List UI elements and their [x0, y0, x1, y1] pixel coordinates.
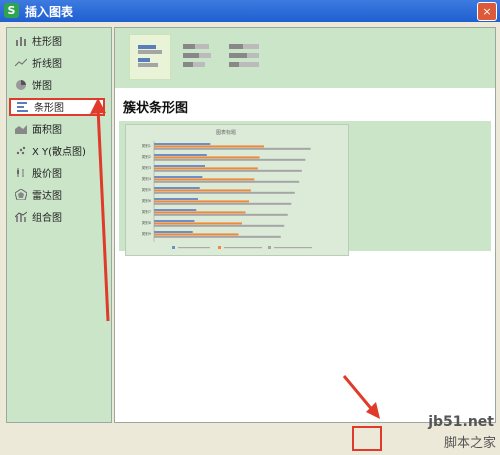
preview-category-label: 类别7 [142, 209, 151, 214]
sidebar-item-label: X Y(散点图) [32, 147, 86, 158]
sidebar-item-pie[interactable]: 饼图 [15, 78, 52, 96]
preview-bar [154, 187, 200, 189]
sidebar-item-line[interactable]: 折线图 [15, 56, 62, 74]
preview-bar [154, 180, 300, 183]
preview-bar [154, 165, 206, 167]
dialog-title: 插入图表 [25, 5, 74, 19]
preview-category-label: 类别1 [142, 143, 151, 148]
preview-category-label: 类别5 [142, 187, 151, 192]
preview-bar [154, 211, 246, 214]
sidebar-item-label: 股价图 [32, 169, 62, 180]
preview-bar [154, 154, 207, 156]
preview-bar [154, 143, 211, 145]
combo-chart-icon [15, 211, 27, 222]
subtype-stacked-bar[interactable] [179, 34, 219, 78]
sidebar-item-label: 柱形图 [32, 37, 62, 48]
preview-bar [154, 158, 306, 161]
line-chart-icon [15, 58, 27, 67]
preview-bar [154, 147, 311, 150]
preview-bar [154, 191, 295, 194]
preview-bar [154, 200, 250, 203]
sidebar-item-label: 组合图 [32, 213, 62, 224]
stacked-bar-icon [183, 44, 211, 67]
preview-bar [154, 202, 292, 205]
preview-bar [154, 213, 288, 216]
stock-chart-icon [17, 168, 24, 177]
preview-bar [154, 167, 258, 170]
preview-bar [154, 235, 281, 238]
chart-preview-svg: 图表标题 类别1 类别2 类别3 类别4 类别5 类别6 类别7 类别8 类别9 [142, 129, 312, 249]
annotation-arrow-button [342, 375, 380, 419]
dialog-button-bar [6, 424, 494, 450]
preview-category-label: 类别3 [142, 165, 151, 170]
highlight-ok-button[interactable] [352, 426, 382, 451]
preview-bar [154, 209, 197, 211]
sidebar-item-scatter[interactable]: X Y(散点图) [15, 144, 86, 162]
pie-chart-icon [16, 80, 26, 90]
preview-bar [154, 169, 302, 172]
bar-chart-icon [17, 102, 28, 112]
subtype-strip [115, 28, 495, 88]
preview-category-label: 类别4 [142, 176, 152, 181]
chart-preview-panel: 簇状条形图 图表标题 类别1 类别2 类别3 类别4 类别5 类别6 类别7 类别8 类别9 [114, 27, 496, 423]
legend-text-line [274, 247, 312, 249]
preview-bar [154, 220, 195, 222]
preview-bar [154, 176, 203, 178]
sidebar-item-radar[interactable]: 雷达图 [15, 188, 62, 206]
chart-preview-box: 图表标题 类别1 类别2 类别3 类别4 类别5 类别6 类别7 类别8 类别9 [119, 121, 491, 256]
watermark-site: jb51.net [428, 414, 494, 430]
legend-swatch [268, 246, 271, 249]
preview-bar [154, 189, 251, 192]
area-chart-icon [15, 125, 27, 134]
preview-category-label: 类别6 [142, 198, 151, 203]
watermark-brand: 脚本之家 [443, 436, 496, 451]
close-button[interactable]: × [477, 2, 497, 21]
clustered-bar-icon [138, 45, 162, 67]
sidebar-item-label: 雷达图 [32, 191, 62, 202]
preview-bar [154, 145, 264, 148]
legend-text-line [178, 247, 210, 249]
subtype-clustered-bar[interactable] [129, 34, 171, 80]
sidebar-item-combo[interactable]: 组合图 [15, 210, 62, 228]
preview-category-label: 类别9 [142, 231, 151, 236]
preview-category-label: 类别8 [142, 220, 151, 225]
subtype-percent-stacked-bar[interactable] [225, 34, 265, 78]
sidebar-item-area[interactable]: 面积图 [15, 122, 62, 140]
preview-bar [154, 156, 260, 159]
column-chart-icon [16, 37, 26, 46]
scatter-chart-icon [16, 146, 26, 155]
sidebar-item-column[interactable]: 柱形图 [15, 34, 62, 52]
preview-bar [154, 178, 255, 181]
chart-preview: 图表标题 类别1 类别2 类别3 类别4 类别5 类别6 类别7 类别8 类别9 [125, 124, 349, 256]
sidebar-item-label: 折线图 [32, 59, 62, 70]
preview-category-label: 类别2 [142, 154, 151, 159]
legend-swatch [218, 246, 221, 249]
title-bar: S 插入图表 × [0, 0, 500, 22]
sidebar-item-label: 条形图 [34, 103, 64, 114]
sidebar-item-stock[interactable]: 股价图 [15, 166, 62, 184]
legend-text-line [224, 247, 262, 249]
preview-bar [154, 198, 198, 200]
preview-bar [154, 222, 242, 225]
preview-bar [154, 233, 239, 236]
percent-stacked-bar-icon [229, 44, 259, 67]
chart-subtype-heading: 簇状条形图 [123, 101, 189, 116]
preview-bar [154, 224, 285, 227]
preview-bar [154, 231, 193, 233]
sidebar-item-label: 面积图 [32, 125, 62, 136]
legend-swatch [172, 246, 175, 249]
app-icon: S [4, 3, 19, 18]
sidebar-item-label: 饼图 [32, 81, 52, 92]
annotation-arrow-sidebar [90, 98, 110, 322]
preview-title: 图表标题 [216, 129, 236, 136]
radar-chart-icon [15, 189, 27, 200]
